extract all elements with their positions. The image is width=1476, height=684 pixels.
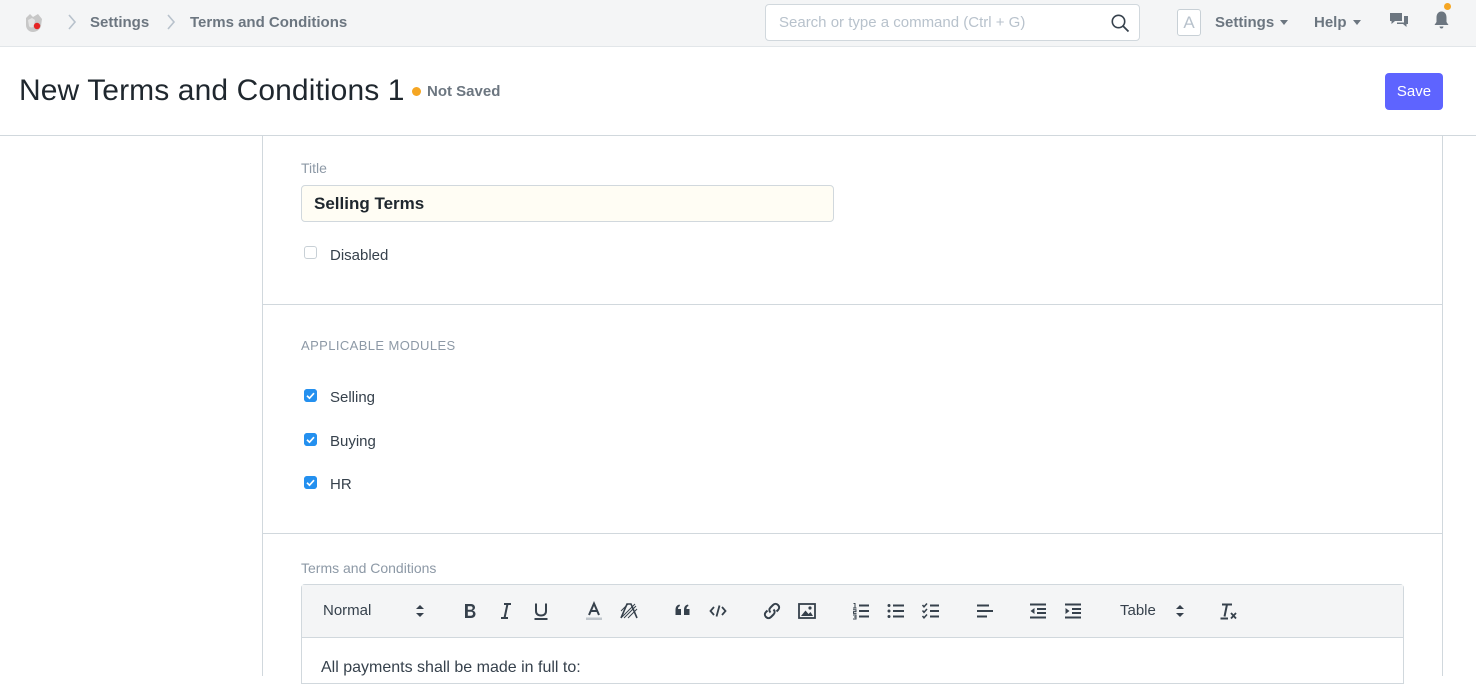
table-select[interactable]: Table (1120, 602, 1156, 619)
notification-dot (1444, 3, 1451, 10)
blockquote-icon[interactable] (673, 601, 693, 621)
status-badge: Not Saved (427, 83, 501, 100)
help-menu[interactable]: Help (1314, 14, 1361, 31)
hr-label[interactable]: HR (330, 476, 352, 493)
page-header: New Terms and Conditions 1 Not Saved Sav… (0, 48, 1476, 136)
underline-icon[interactable] (531, 601, 551, 621)
editor-content[interactable]: All payments shall be made in full to: (321, 659, 581, 677)
status-indicator (412, 87, 421, 96)
avatar[interactable]: A (1177, 9, 1201, 36)
align-left-icon[interactable] (975, 601, 995, 621)
text-color-icon[interactable] (584, 601, 604, 621)
image-icon[interactable] (797, 601, 817, 621)
form-container: Title Disabled APPLICABLE MODULES Sellin… (262, 136, 1443, 684)
editor-toolbar: Normal Table (302, 585, 1403, 638)
chat-icon[interactable] (1389, 11, 1409, 31)
chevron-right-icon (167, 14, 176, 30)
title-label: Title (301, 160, 327, 176)
code-icon[interactable] (708, 601, 728, 621)
indent-icon[interactable] (1063, 601, 1083, 621)
outdent-icon[interactable] (1028, 601, 1048, 621)
app-logo-icon[interactable] (22, 11, 46, 35)
search-icon[interactable] (1110, 13, 1130, 33)
section-title-applicable-modules: APPLICABLE MODULES (301, 338, 456, 353)
disabled-label[interactable]: Disabled (330, 247, 388, 264)
settings-menu-label: Settings (1215, 14, 1275, 31)
hr-checkbox[interactable] (304, 476, 317, 489)
navbar: Settings Terms and Conditions A Settings… (0, 0, 1476, 47)
selling-label[interactable]: Selling (330, 389, 375, 406)
format-select-label: Normal (323, 602, 372, 619)
settings-menu[interactable]: Settings (1215, 14, 1289, 31)
checklist-icon[interactable] (921, 601, 941, 621)
selling-checkbox[interactable] (304, 389, 317, 402)
link-icon[interactable] (762, 601, 782, 621)
background-color-icon[interactable] (619, 601, 639, 621)
bold-icon[interactable] (460, 601, 480, 621)
select-arrows-icon[interactable] (1173, 601, 1187, 621)
italic-icon[interactable] (496, 601, 516, 621)
chevron-right-icon (68, 14, 77, 30)
terms-label: Terms and Conditions (301, 560, 437, 576)
search-input[interactable] (767, 6, 1109, 39)
table-select-label: Table (1120, 602, 1156, 619)
page-title: New Terms and Conditions 1 (19, 74, 405, 107)
format-select[interactable]: Normal (323, 602, 371, 619)
disabled-checkbox[interactable] (304, 246, 317, 259)
rich-text-editor[interactable]: Normal Table All payments shall be made … (301, 584, 1404, 684)
breadcrumb-terms-and-conditions[interactable]: Terms and Conditions (190, 14, 347, 31)
title-field[interactable] (301, 185, 834, 222)
select-arrows-icon[interactable] (413, 601, 427, 621)
buying-label[interactable]: Buying (330, 433, 376, 450)
save-button[interactable]: Save (1385, 73, 1443, 110)
bullet-list-icon[interactable] (886, 601, 906, 621)
section-divider (263, 304, 1442, 305)
ordered-list-icon[interactable] (851, 601, 871, 621)
bell-icon[interactable] (1433, 10, 1450, 30)
caret-down-icon (1280, 20, 1289, 25)
help-menu-label: Help (1314, 14, 1347, 31)
clear-formatting-icon[interactable] (1219, 601, 1239, 621)
search-bar[interactable] (765, 4, 1140, 41)
breadcrumb-settings[interactable]: Settings (90, 14, 149, 31)
buying-checkbox[interactable] (304, 433, 317, 446)
caret-down-icon (1352, 20, 1361, 25)
section-divider (263, 533, 1442, 534)
